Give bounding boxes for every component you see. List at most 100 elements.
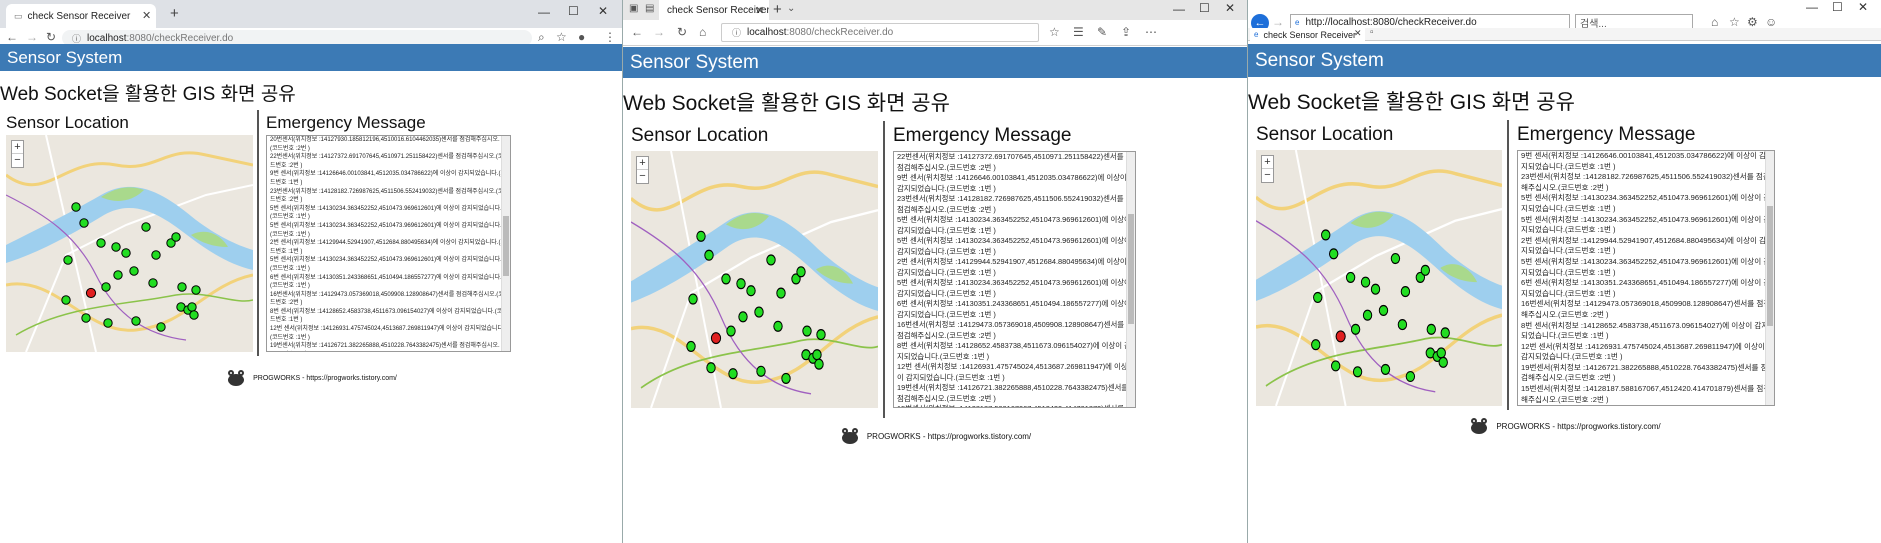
sensor-marker — [121, 248, 131, 258]
message-item: 12번 센서(위치정보 :14126931.475745024,4513687.… — [897, 362, 1128, 382]
share-icon[interactable]: ⇪ — [1121, 25, 1131, 39]
message-item: 16번센서(위치정보 :14129473.057369018,4509908.1… — [897, 320, 1125, 340]
zoom-out-button[interactable]: − — [637, 170, 648, 183]
close-tab-icon[interactable]: ✕ — [1354, 28, 1362, 39]
scrollbar[interactable] — [1765, 151, 1774, 405]
message-item: 6번 센서(위치정보 :14130351.243368651,4510494.1… — [1521, 278, 1771, 298]
emergency-title: Emergency Message — [266, 113, 426, 132]
minimize-icon[interactable]: — — [1173, 2, 1185, 16]
message-item: 20번센서(위치정보 :14127930.185812196,4510016.6… — [270, 137, 500, 152]
message-item: 5번 센서(위치정보 :14130234.363452252,4510473.9… — [897, 215, 1131, 235]
chrome-window: ▭ check Sensor Receiver ✕ + — ☐ ✕ ← → ↻ … — [0, 0, 622, 543]
zoom-out-button[interactable]: − — [1262, 169, 1273, 182]
sensor-location-title: Sensor Location — [6, 113, 129, 132]
message-item: 22번센서(위치정보 :14127372.691707645,4510971.2… — [897, 152, 1124, 172]
close-window-icon[interactable]: ✕ — [598, 4, 608, 18]
tab-check-sensor-receiver[interactable]: e check Sensor Receiver — [1250, 28, 1365, 41]
message-item: 2번 센서(위치정보 :14129944.52941907,4512684.88… — [270, 240, 506, 255]
maximize-icon[interactable]: ☐ — [568, 4, 579, 18]
scrollbar-thumb[interactable] — [1767, 206, 1773, 326]
back-tab-icon[interactable]: ▤ — [645, 3, 654, 14]
back-icon[interactable]: ← — [631, 25, 643, 39]
message-item: 9번 센서(위치정보 :14126646.00103841,4512035.03… — [270, 171, 506, 186]
message-item: 15번센서(위치정보 :14128187.588167067,4512420.4… — [894, 404, 1135, 407]
forward-icon[interactable]: → — [653, 25, 665, 39]
pen-icon[interactable]: ✎ — [1097, 25, 1107, 39]
back-icon[interactable]: ← — [6, 30, 18, 44]
refresh-icon[interactable]: ↻ — [677, 25, 687, 39]
close-window-icon[interactable]: ✕ — [1225, 1, 1235, 15]
scrollbar[interactable] — [501, 136, 510, 351]
sensor-marker — [1362, 309, 1373, 321]
minimize-icon[interactable]: — — [538, 5, 550, 19]
sensor-location-panel: Sensor Location + − — [0, 110, 259, 356]
refresh-icon[interactable]: ↻ — [46, 30, 56, 44]
gis-map[interactable]: + − — [631, 151, 878, 408]
sensor-marker — [812, 349, 822, 361]
smiley-icon[interactable]: ☺ — [1765, 15, 1777, 29]
chevron-down-icon[interactable]: ⌄ — [787, 3, 795, 14]
footer-text: PROGWORKS - https://progworks.tistory.co… — [253, 374, 397, 382]
close-window-icon[interactable]: ✕ — [1858, 0, 1868, 14]
favorites-icon[interactable]: ☰ — [1073, 25, 1084, 39]
forward-icon[interactable]: → — [26, 30, 38, 44]
close-tab-icon[interactable]: ✕ — [755, 4, 764, 17]
zoom-in-button[interactable]: + — [12, 141, 23, 154]
address-bar[interactable]: ⓘ localhost:8080/checkReceiver.do — [721, 23, 1039, 42]
sensor-location-title: Sensor Location — [1256, 124, 1394, 145]
zoom-in-button[interactable]: + — [1262, 156, 1273, 169]
maximize-icon[interactable]: ☐ — [1199, 1, 1210, 15]
emergency-message-list[interactable]: 22번센서(위치정보 :14127372.691707645,4510971.2… — [893, 151, 1136, 408]
home-icon[interactable]: ⌂ — [1711, 15, 1718, 29]
sensor-marker — [103, 318, 113, 328]
minimize-icon[interactable]: — — [1806, 0, 1818, 14]
ie-window: ← → e http://localhost:8080/checkReceive… — [1247, 0, 1881, 543]
gis-map[interactable]: + − — [1256, 150, 1502, 406]
scrollbar-thumb[interactable] — [503, 216, 509, 276]
new-tab-icon[interactable]: ▫ — [1370, 27, 1374, 38]
page-subtitle: Web Socket을 활용한 GIS 화면 공유 — [0, 84, 296, 105]
page-content: Sensor System Web Socket을 활용한 GIS 화면 공유 … — [1248, 44, 1881, 543]
sensor-marker — [796, 266, 806, 278]
menu-icon[interactable]: ⋮ — [604, 30, 616, 44]
scrollbar-thumb[interactable] — [1128, 214, 1134, 324]
footer: PROGWORKS - https://progworks.tistory.co… — [0, 368, 622, 388]
message-item: 16번센서(위치정보 :14129473.057369018,4509908.1… — [270, 291, 504, 307]
footer: PROGWORKS - https://progworks.tistory.co… — [1248, 416, 1881, 436]
sensor-marker — [738, 311, 748, 323]
sensor-marker — [71, 202, 81, 212]
gear-icon[interactable]: ⚙ — [1747, 15, 1758, 29]
message-item: 6번 센서(위치정보 :14130351.243368651,4510494.1… — [270, 274, 502, 290]
menu-icon[interactable]: ⋯ — [1145, 25, 1157, 39]
star-icon[interactable]: ☆ — [1049, 25, 1060, 39]
home-icon[interactable]: ⌂ — [699, 25, 706, 39]
close-tab-icon[interactable]: ✕ — [142, 9, 151, 22]
emergency-panel: Emergency Message 20번센서(위치정보 :14127930.1… — [259, 110, 522, 356]
emergency-message-list[interactable]: 20번센서(위치정보 :14127930.185812196,4510016.6… — [266, 135, 511, 352]
zoom-control: + − — [636, 156, 649, 184]
gis-map[interactable]: + − — [6, 135, 253, 352]
emergency-panel: Emergency Message 9번 센서(위치정보 :14126646.0… — [1509, 120, 1779, 410]
zoom-icon[interactable]: ⌕ — [538, 30, 545, 45]
star-icon[interactable]: ☆ — [556, 30, 567, 44]
tab-title: check Sensor Receiver — [667, 4, 769, 16]
sensor-marker — [1378, 304, 1389, 316]
sensor-marker — [773, 320, 783, 332]
new-tab-icon[interactable]: + — [170, 5, 179, 22]
new-tab-icon[interactable]: + — [773, 1, 782, 18]
sensor-marker — [113, 270, 123, 280]
tab-manager-icon[interactable]: ▣ — [629, 3, 638, 14]
zoom-in-button[interactable]: + — [637, 157, 648, 170]
star-icon[interactable]: ☆ — [1729, 15, 1740, 29]
sensor-marker — [1370, 283, 1381, 295]
scrollbar[interactable] — [1126, 152, 1135, 407]
maximize-icon[interactable]: ☐ — [1832, 0, 1843, 14]
tab-check-sensor-receiver[interactable]: ▭ check Sensor Receiver — [6, 4, 156, 28]
forward-icon[interactable]: → — [1272, 15, 1284, 29]
tab-check-sensor-receiver[interactable]: check Sensor Receiver — [659, 0, 769, 20]
emergency-message-list[interactable]: 9번 센서(위치정보 :14126646.00103841,4512035.03… — [1517, 150, 1775, 406]
sensor-marker — [1390, 252, 1401, 265]
zoom-out-button[interactable]: − — [12, 154, 23, 167]
profile-icon[interactable]: ● — [578, 30, 585, 44]
url-host: localhost — [87, 32, 127, 44]
